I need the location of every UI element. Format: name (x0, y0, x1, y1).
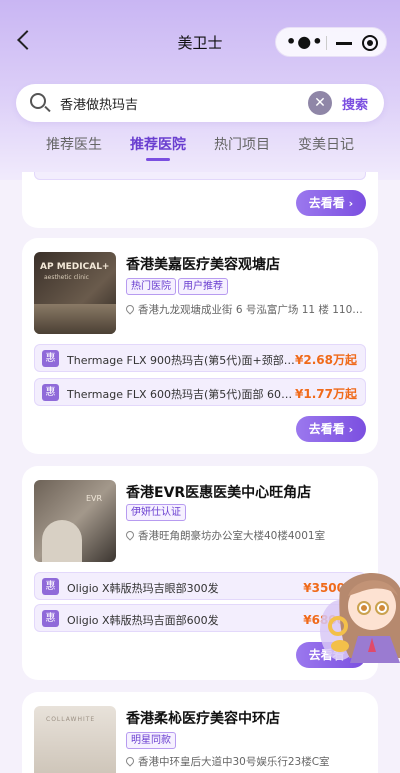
thumbnail-logo-text: COLLAWHITE (46, 716, 96, 723)
tab-beauty-diary[interactable]: 变美日记 (298, 134, 354, 154)
product-item[interactable]: 惠 Thermage FLX 600热玛吉(第5代)面部 600发 ¥1.77万… (34, 378, 366, 406)
hospital-address: 香港中环皇后大道中30号娱乐行23楼C室 (126, 754, 366, 769)
hospital-name[interactable]: 香港柔杺医疗美容中环店 (126, 708, 280, 728)
hospital-thumbnail: EVR (34, 480, 116, 562)
product-price: ¥1.77万起 (295, 387, 357, 401)
thumbnail-arch (42, 520, 82, 562)
location-pin-icon (126, 303, 136, 315)
discount-badge-icon: 惠 (42, 578, 59, 595)
tab-recommended-doctors[interactable]: 推荐医生 (46, 134, 102, 154)
thumbnail-logo-text: AP MEDICAL+ (40, 262, 110, 272)
tag-user-recommended: 用户推荐 (178, 278, 228, 295)
tag-popular-hospital: 热门医院 (126, 278, 176, 295)
clear-search-icon[interactable]: ✕ (308, 91, 332, 115)
look-button[interactable]: 去看看 › (296, 190, 366, 216)
address-text: 香港中环皇后大道中30号娱乐行23楼C室 (138, 756, 330, 768)
location-pin-icon (126, 529, 136, 541)
discount-badge-icon: 惠 (42, 610, 59, 627)
thumbnail-counter (34, 304, 116, 334)
product-item[interactable]: 惠 Oligio X韩版热玛吉眼部300发 ¥3500起 (34, 572, 366, 600)
product-name: Oligio X韩版热玛吉眼部300发 (67, 582, 219, 595)
thumbnail-logo-text: EVR (86, 494, 103, 503)
chevron-right-icon: › (344, 423, 354, 436)
tag-celebrity-choice: 明星同款 (126, 732, 176, 749)
category-tabs: 推荐医生 推荐医院 热门项目 变美日记 (0, 134, 400, 164)
hospital-thumbnail: COLLAWHITE (34, 706, 116, 773)
floating-mascot-avatar[interactable] (320, 548, 400, 663)
search-bar: ✕ 搜索 (16, 84, 384, 122)
active-tab-indicator (146, 158, 170, 161)
product-name: Oligio X韩版热玛吉面部600发 (67, 614, 219, 627)
hospital-card[interactable]: COLLAWHITE 香港柔杺医疗美容中环店 明星同款 香港中环皇后大道中30号… (22, 692, 378, 773)
close-target-icon[interactable] (362, 35, 378, 51)
look-button-label: 去看看 (308, 196, 345, 210)
more-dots-icon[interactable]: •●• (286, 34, 322, 50)
look-button-label: 去看看 (308, 422, 345, 436)
look-button[interactable]: 去看看 › (296, 416, 366, 442)
chevron-right-icon: › (344, 197, 354, 210)
hospital-card[interactable]: AP MEDICAL+ aesthetic clinic 香港美嘉医疗美容观塘店… (22, 238, 378, 454)
search-button[interactable]: 搜索 (342, 94, 368, 113)
address-text: 香港旺角朗豪坊办公室大楼40楼4001室 (138, 530, 326, 542)
product-name: Thermage FLX 600热玛吉(第5代)面部 600发 (67, 388, 297, 401)
navbar: 美卫士 •●• (0, 24, 400, 60)
thumbnail-logo-subtext: aesthetic clinic (44, 274, 89, 281)
discount-badge-icon: 惠 (42, 384, 59, 401)
tab-popular-projects[interactable]: 热门项目 (214, 134, 270, 154)
hospital-thumbnail: AP MEDICAL+ aesthetic clinic (34, 252, 116, 334)
product-row-partial (34, 172, 366, 180)
tag-certified: 伊妍仕认证 (126, 504, 186, 521)
search-input[interactable] (60, 92, 310, 114)
minimize-icon[interactable] (336, 42, 352, 45)
discount-badge-icon: 惠 (42, 350, 59, 367)
hospital-name[interactable]: 香港美嘉医疗美容观塘店 (126, 254, 280, 274)
capsule-divider (326, 36, 327, 50)
hospital-card-partial: 去看看 › (22, 172, 378, 228)
product-item[interactable]: 惠 Oligio X韩版热玛吉面部600发 ¥6800起 (34, 604, 366, 632)
address-text: 香港九龙观塘成业街 6 号泓富广场 11 楼 1101室 (138, 304, 366, 316)
product-item[interactable]: 惠 Thermage FLX 900热玛吉(第5代)面+颈部 900发 ¥2.6… (34, 344, 366, 372)
location-pin-icon (126, 755, 136, 767)
search-icon (30, 93, 46, 109)
mini-program-capsule: •●• (275, 27, 387, 57)
product-name: Thermage FLX 900热玛吉(第5代)面+颈部 900发 (67, 354, 297, 367)
hospital-name[interactable]: 香港EVR医惠医美中心旺角店 (126, 482, 311, 502)
product-price: ¥2.68万起 (295, 353, 357, 367)
hospital-address: 香港九龙观塘成业街 6 号泓富广场 11 楼 1101室 (126, 302, 366, 317)
tab-recommended-hospitals[interactable]: 推荐医院 (130, 134, 186, 154)
hospital-address: 香港旺角朗豪坊办公室大楼40楼4001室 (126, 528, 366, 543)
